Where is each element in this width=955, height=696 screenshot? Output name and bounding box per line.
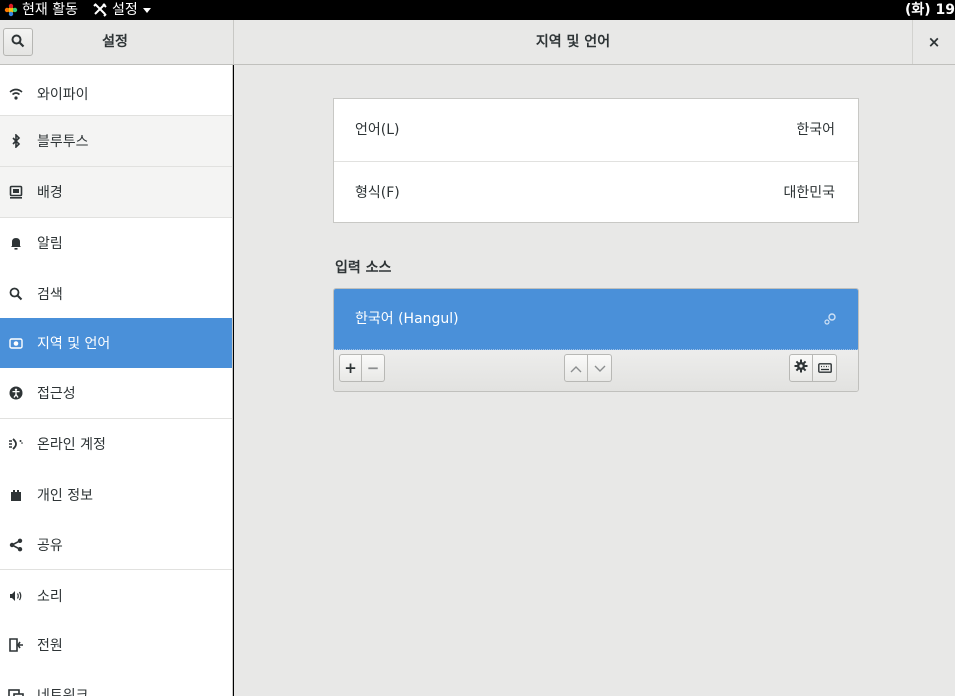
bell-icon [8,235,24,251]
activities-logo-icon [4,3,18,17]
clock[interactable]: (화) 19 [905,0,955,20]
sidebar-item-label: 개인 정보 [37,488,93,504]
speaker-icon [8,588,24,604]
sidebar-item-label: 온라인 계정 [37,437,106,453]
move-down-button[interactable] [588,354,612,382]
formats-label: 형식(F) [355,185,400,201]
sidebar-item-label: 와이파이 [37,87,89,103]
divider [0,569,232,570]
background-icon [8,184,24,200]
main-panel: 언어(L) 한국어 형식(F) 대한민국 입력 소스 한국어 (Hangul) … [234,65,955,696]
input-sources-title: 입력 소스 [335,260,392,276]
language-label: 언어(L) [355,122,400,138]
bluetooth-icon [8,133,24,149]
language-value: 한국어 [796,122,835,138]
input-source-row[interactable]: 한국어 (Hangul) [334,289,858,350]
app-menu-label: 설정 [112,2,138,18]
sidebar-item-label: 검색 [37,287,63,303]
sidebar-item-sound[interactable]: 소리 [0,571,232,621]
sidebar-item-region-language[interactable]: 지역 및 언어 [0,318,232,368]
sidebar-item-label: 접근성 [37,386,76,402]
search-button[interactable] [3,28,33,56]
input-settings-button[interactable] [789,354,813,382]
sidebar: 와이파이 블루투스 배경 알림 검색 지역 및 언어 접근성 온라인 계정 개인… [0,65,233,696]
sidebar-item-label: 배경 [37,185,63,201]
input-sources-box: 한국어 (Hangul) + − [333,288,859,392]
sidebar-item-network[interactable]: 네트워크 [0,670,232,696]
gears-icon [822,311,838,331]
tools-icon [92,2,108,18]
sidebar-item-label: 네트워크 [37,688,89,696]
power-icon [8,637,24,653]
sidebar-item-label: 지역 및 언어 [37,336,111,352]
sidebar-item-label: 블루투스 [37,134,89,150]
sidebar-item-label: 전원 [37,638,63,654]
sidebar-item-background[interactable]: 배경 [0,167,232,217]
language-row[interactable]: 언어(L) 한국어 [334,99,858,161]
formats-value: 대한민국 [783,185,835,201]
page-title: 지역 및 언어 [535,34,611,50]
sidebar-title: 설정 [102,34,128,50]
region-icon [8,335,24,351]
accessibility-icon [8,385,24,401]
close-button[interactable]: × [913,20,955,64]
language-formats-box: 언어(L) 한국어 형식(F) 대한민국 [333,98,859,223]
online-accounts-icon [8,436,24,452]
chevron-down-icon [594,359,606,377]
header-bar: 설정 지역 및 언어 × [0,20,955,65]
sidebar-item-privacy[interactable]: 개인 정보 [0,470,232,520]
top-bar: 현재 활동 설정 (화) 19 [0,0,955,20]
chevron-down-icon [142,5,152,15]
gear-icon [794,359,808,377]
keyboard-icon [817,359,832,377]
sidebar-item-label: 알림 [37,236,63,252]
formats-row[interactable]: 형식(F) 대한민국 [334,162,858,224]
sidebar-item-label: 소리 [37,589,63,605]
activities-label: 현재 활동 [22,2,78,18]
search-icon [8,286,24,302]
add-input-source-button[interactable]: + [339,354,362,382]
search-icon [11,33,25,52]
sidebar-item-accessibility[interactable]: 접근성 [0,368,232,418]
input-source-label: 한국어 (Hangul) [355,311,459,327]
sidebar-item-sharing[interactable]: 공유 [0,520,232,570]
close-icon: × [927,33,941,51]
input-sources-toolbar: + − [334,350,858,391]
activities-button[interactable]: 현재 활동 [4,0,78,20]
share-icon [8,537,24,553]
move-up-button[interactable] [564,354,588,382]
sidebar-item-notifications[interactable]: 알림 [0,218,232,268]
network-icon [8,687,24,696]
chevron-up-icon [570,359,582,377]
wifi-icon [8,86,24,102]
remove-input-source-button[interactable]: − [362,354,385,382]
add-icon: + [344,359,357,377]
show-keyboard-layout-button[interactable] [813,354,837,382]
sidebar-item-bluetooth[interactable]: 블루투스 [0,116,232,166]
sidebar-item-online-accounts[interactable]: 온라인 계정 [0,419,232,469]
sidebar-item-power[interactable]: 전원 [0,620,232,670]
privacy-hand-icon [8,487,24,503]
sidebar-item-label: 공유 [37,538,63,554]
sidebar-item-wifi[interactable]: 와이파이 [0,69,232,119]
remove-icon: − [366,359,380,377]
app-menu-button[interactable]: 설정 [92,0,152,20]
sidebar-item-search[interactable]: 검색 [0,269,232,319]
